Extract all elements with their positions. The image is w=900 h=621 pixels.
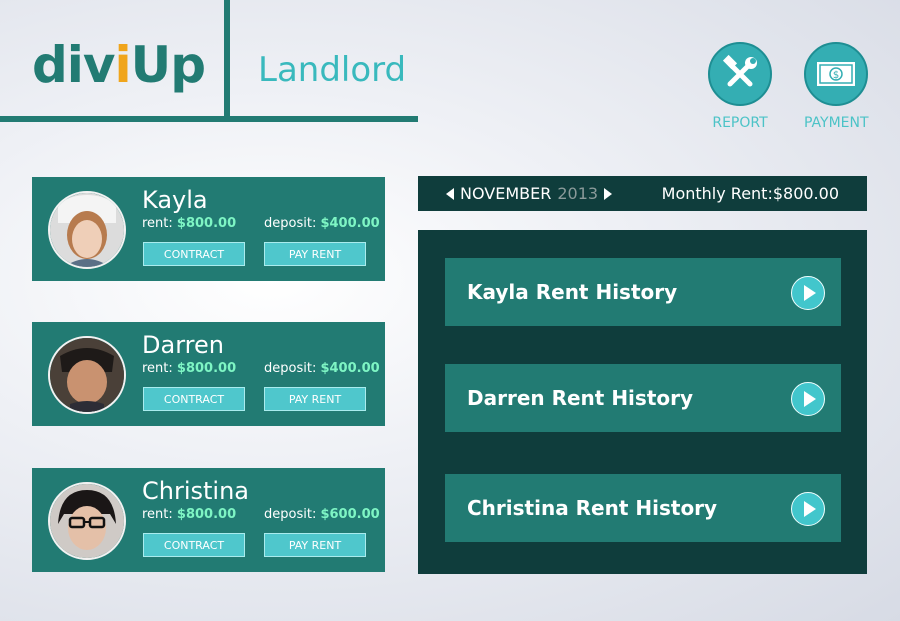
tenant-name: Christina: [142, 477, 250, 505]
rent-history-label: Kayla Rent History: [467, 280, 678, 304]
avatar: [48, 336, 126, 414]
tenant-card-christina: Christina rent: $800.00 deposit: $600.00…: [32, 468, 385, 572]
tenant-card-darren: Darren rent: $800.00 deposit: $400.00 CO…: [32, 322, 385, 426]
report-button[interactable]: REPORT: [708, 42, 772, 131]
play-icon[interactable]: [791, 276, 825, 310]
tenant-rent: rent: $800.00: [142, 216, 237, 231]
payment-label: PAYMENT: [804, 115, 869, 131]
logo-text-i: i: [114, 36, 132, 94]
logo-text-up: Up: [130, 36, 206, 94]
rent-history-item-christina[interactable]: Christina Rent History: [445, 474, 841, 542]
payment-button[interactable]: $ PAYMENT: [804, 42, 869, 131]
avatar: [48, 482, 126, 560]
previous-month-icon[interactable]: [446, 187, 454, 200]
rent-history-item-kayla[interactable]: Kayla Rent History: [445, 258, 841, 326]
tenant-deposit: deposit: $400.00: [264, 216, 380, 231]
tenant-rent: rent: $800.00: [142, 507, 237, 522]
tenant-deposit: deposit: $400.00: [264, 361, 380, 376]
contract-button[interactable]: CONTRACT: [143, 242, 245, 266]
header-vertical-divider: [224, 0, 230, 122]
tenant-name: Kayla: [142, 186, 208, 214]
rent-history-item-darren[interactable]: Darren Rent History: [445, 364, 841, 432]
month-navigator: NOVEMBER 2013: [446, 176, 613, 211]
dollar-bill-icon: $: [804, 42, 868, 106]
year-label: 2013: [557, 184, 599, 203]
header-horizontal-divider: [0, 116, 418, 122]
tenant-rent: rent: $800.00: [142, 361, 237, 376]
report-label: REPORT: [712, 115, 768, 131]
contract-button[interactable]: CONTRACT: [143, 533, 245, 557]
logo-text-div: div: [32, 36, 116, 94]
monthly-rent: Monthly Rent:$800.00: [661, 184, 839, 203]
tools-icon: [708, 42, 772, 106]
pay-rent-button[interactable]: PAY RENT: [264, 242, 366, 266]
role-title: Landlord: [258, 50, 407, 90]
rent-history-panel: Kayla Rent History Darren Rent History C…: [418, 230, 867, 574]
contract-button[interactable]: CONTRACT: [143, 387, 245, 411]
tenant-deposit: deposit: $600.00: [264, 507, 380, 522]
rent-history-label: Darren Rent History: [467, 386, 694, 410]
tenant-name: Darren: [142, 331, 224, 359]
month-label: NOVEMBER: [460, 184, 552, 203]
rent-history-label: Christina Rent History: [467, 496, 718, 520]
play-icon[interactable]: [791, 382, 825, 416]
next-month-icon[interactable]: [604, 187, 613, 200]
month-bar: NOVEMBER 2013 Monthly Rent:$800.00: [418, 176, 867, 211]
play-icon[interactable]: [791, 492, 825, 526]
avatar: [48, 191, 126, 269]
pay-rent-button[interactable]: PAY RENT: [264, 387, 366, 411]
app-logo: diviUp: [32, 30, 206, 100]
tenant-card-kayla: Kayla rent: $800.00 deposit: $400.00 CON…: [32, 177, 385, 281]
pay-rent-button[interactable]: PAY RENT: [264, 533, 366, 557]
svg-text:$: $: [833, 70, 839, 81]
